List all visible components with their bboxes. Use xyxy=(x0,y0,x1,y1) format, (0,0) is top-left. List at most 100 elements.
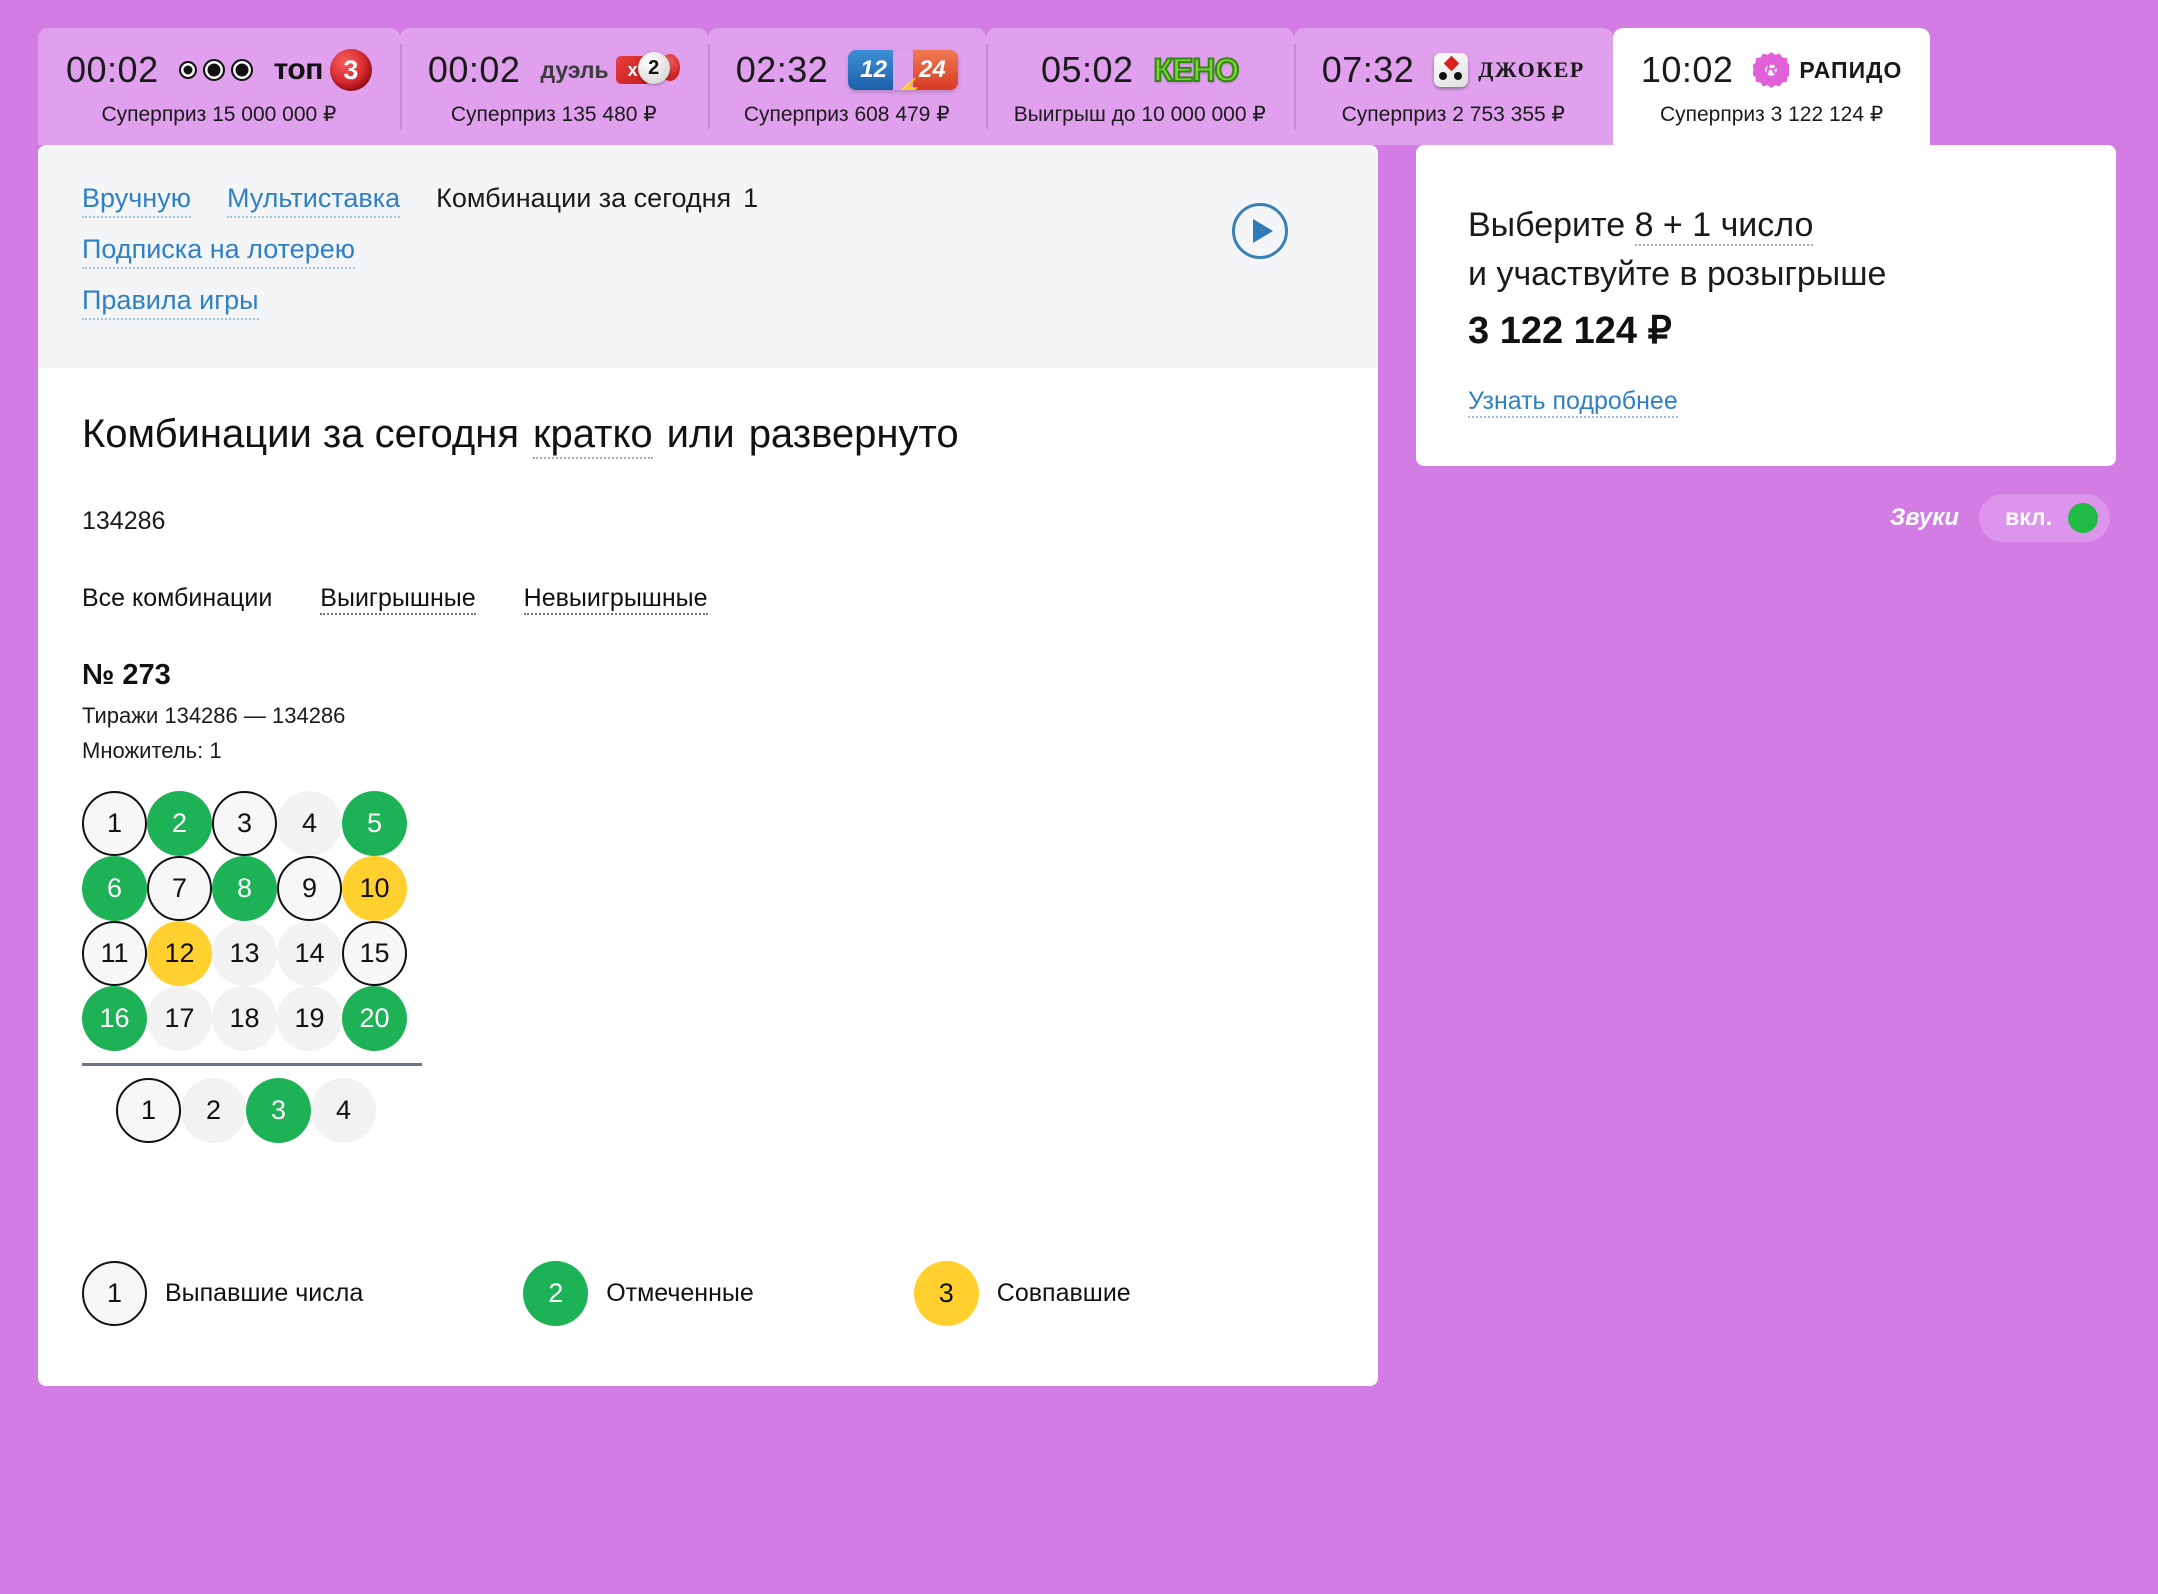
top3-logo-ball: 3 xyxy=(329,49,372,91)
lottery-tab-1224[interactable]: 02:32 12 ⚡ 24 Суперприз 608 479 ₽ xyxy=(707,28,986,145)
promo-jackpot-amount: 3 122 124 ₽ xyxy=(1468,309,1672,352)
page-title: Комбинации за сегодня кратко или разверн… xyxy=(82,412,1334,460)
page-body: Вручную Мультиставка Комбинации за сегод… xyxy=(0,145,2158,1386)
nav-link-subscription[interactable]: Подписка на лотерею xyxy=(82,232,355,270)
main-ball[interactable]: 11 xyxy=(82,920,147,986)
keno-logo-word: КЕНО xyxy=(1153,51,1241,89)
bonus-ball[interactable]: 1 xyxy=(116,1077,181,1143)
main-ball[interactable]: 7 xyxy=(147,855,212,921)
main-ball[interactable]: 3 xyxy=(212,790,277,856)
lottery-tab-keno-row: 05:02 КЕНО xyxy=(1040,42,1241,98)
card-body: Комбинации за сегодня кратко или разверн… xyxy=(38,368,1378,1385)
bonus-ball[interactable]: 4 xyxy=(311,1077,376,1143)
top3-logo-word: топ xyxy=(273,53,324,86)
lottery-tab-joker[interactable]: 07:32 ДЖОКЕР Суперприз 2 753 355 ₽ xyxy=(1293,28,1613,145)
main-ball[interactable]: 16 xyxy=(82,985,147,1051)
legend-ball: 1 xyxy=(82,1260,147,1326)
promo-line-1: Выберите 8 + 1 число xyxy=(1468,201,2064,250)
game-nav-panel: Вручную Мультиставка Комбинации за сегод… xyxy=(38,145,1378,369)
duel-white-ball-icon: 2 xyxy=(637,52,670,84)
legend-item: 1 Выпавшие числа xyxy=(82,1260,363,1326)
main-content-card: Вручную Мультиставка Комбинации за сегод… xyxy=(38,145,1378,1386)
chips-icon xyxy=(178,59,253,81)
lottery-prize: Суперприз 15 000 000 ₽ xyxy=(101,103,337,126)
main-ball[interactable]: 2 xyxy=(147,790,212,856)
lottery-tab-top3[interactable]: 00:02 топ 3 Суперприз 15 000 000 ₽ xyxy=(38,28,400,145)
main-ball[interactable]: 8 xyxy=(212,855,277,921)
lottery-tab-rapido-row: 10:02 РАПИДО xyxy=(1641,42,1903,98)
lottery-tab-rapido[interactable]: 10:02 РАПИДО Суперприз 3 122 124 ₽ xyxy=(1612,28,1931,145)
chip-icon xyxy=(202,59,225,81)
main-ball[interactable]: 6 xyxy=(82,855,147,921)
legend-ball: 2 xyxy=(523,1260,589,1326)
main-ball[interactable]: 5 xyxy=(342,790,407,856)
combination-number: № 273 xyxy=(82,659,171,692)
lottery-countdown: 00:02 xyxy=(66,49,159,90)
sound-toggle-knob xyxy=(2068,502,2098,533)
main-ball[interactable]: 15 xyxy=(342,920,407,986)
lottery-prize: Суперприз 2 753 355 ₽ xyxy=(1341,103,1565,126)
bonus-ball[interactable]: 2 xyxy=(181,1077,246,1143)
main-ball[interactable]: 4 xyxy=(277,790,342,856)
legend-label: Совпавшие xyxy=(996,1278,1131,1307)
rapido-logo: РАПИДО xyxy=(1753,52,1902,88)
lottery-countdown: 05:02 xyxy=(1040,49,1134,90)
combination-filters: Все комбинации Выигрышные Невыигрышные xyxy=(82,584,1334,616)
main-ball[interactable]: 9 xyxy=(277,855,342,921)
main-ball[interactable]: 18 xyxy=(212,985,277,1051)
lottery-tab-duel-row: 00:02 дуэль x 2 xyxy=(428,42,680,98)
combination-draws: Тиражи 134286 — 134286 xyxy=(82,703,346,729)
legend-item: 3 Совпавшие xyxy=(913,1260,1131,1326)
nav-link-rules[interactable]: Правила игры xyxy=(82,283,259,321)
legend-label: Отмеченные xyxy=(606,1278,754,1307)
view-mode-full-link[interactable]: развернуто xyxy=(749,412,959,457)
ball-legend: 1 Выпавшие числа 2 Отмеченные 3 Совпавшие xyxy=(82,1260,1334,1326)
nav-label-today-combos: Комбинации за сегодня xyxy=(436,183,732,213)
lottery-countdown: 10:02 xyxy=(1640,49,1734,90)
promo-card: Выберите 8 + 1 число и участвуйте в розы… xyxy=(1416,145,2116,466)
lottery-countdown: 07:32 xyxy=(1321,49,1415,90)
sound-control-row: Звуки вкл. xyxy=(1416,493,2116,542)
filter-all-combinations[interactable]: Все комбинации xyxy=(82,584,272,613)
main-ball[interactable]: 17 xyxy=(147,985,212,1051)
lottery-tab-joker-row: 07:32 ДЖОКЕР xyxy=(1322,42,1585,98)
filter-non-winning[interactable]: Невыигрышные xyxy=(523,584,708,616)
sound-state-label: вкл. xyxy=(2005,504,2052,531)
main-ball[interactable]: 14 xyxy=(277,920,342,986)
sound-toggle[interactable]: вкл. xyxy=(1979,493,2110,542)
lottery-prize: Суперприз 3 122 124 ₽ xyxy=(1659,103,1884,126)
legend-ball: 3 xyxy=(913,1260,979,1326)
play-triangle xyxy=(1253,219,1273,243)
joker-logo: ДЖОКЕР xyxy=(1434,53,1585,87)
nav-row-primary: Вручную Мультиставка Комбинации за сегод… xyxy=(82,181,1334,219)
keno-logo: КЕНО xyxy=(1153,46,1241,94)
main-ball[interactable]: 1 xyxy=(82,790,147,856)
nav-link-multibet[interactable]: Мультиставка xyxy=(226,181,401,219)
main-ball[interactable]: 10 xyxy=(342,855,407,921)
nav-today-combos-count: 1 xyxy=(743,183,759,213)
lottery-tab-duel[interactable]: 00:02 дуэль x 2 Суперприз 135 480 ₽ xyxy=(399,28,708,145)
combination-multiplier: Множитель: 1 xyxy=(82,738,222,764)
main-ball[interactable]: 19 xyxy=(277,985,342,1051)
promo-pick-count-link[interactable]: 8 + 1 число xyxy=(1634,206,1814,246)
nav-today-combos-group: Комбинации за сегодня 1 xyxy=(436,183,758,214)
rapido-logo-word: РАПИДО xyxy=(1799,56,1903,83)
lottery-countdown: 00:02 xyxy=(427,49,521,90)
nav-link-manual[interactable]: Вручную xyxy=(82,181,191,219)
nav-row-rules: Правила игры xyxy=(82,283,1334,321)
promo-details-link[interactable]: Узнать подробнее xyxy=(1468,387,1678,418)
play-icon[interactable] xyxy=(1232,203,1288,259)
bonus-ball[interactable]: 3 xyxy=(246,1077,311,1143)
gear-icon xyxy=(1753,52,1790,88)
main-ball[interactable]: 12 xyxy=(147,920,212,986)
lottery-countdown: 02:32 xyxy=(735,49,829,90)
main-ball[interactable]: 20 xyxy=(342,985,407,1051)
promo-line-1-prefix: Выберите xyxy=(1468,206,1626,244)
main-ball[interactable]: 13 xyxy=(212,920,277,986)
view-mode-short-link[interactable]: кратко xyxy=(533,412,653,460)
lottery-tab-keno[interactable]: 05:02 КЕНО Выигрыш до 10 000 000 ₽ xyxy=(985,28,1294,145)
dice-pip-black xyxy=(1439,72,1448,80)
chip-icon xyxy=(230,59,253,81)
filter-winning[interactable]: Выигрышные xyxy=(320,584,476,616)
lottery-prize: Суперприз 135 480 ₽ xyxy=(450,103,657,126)
